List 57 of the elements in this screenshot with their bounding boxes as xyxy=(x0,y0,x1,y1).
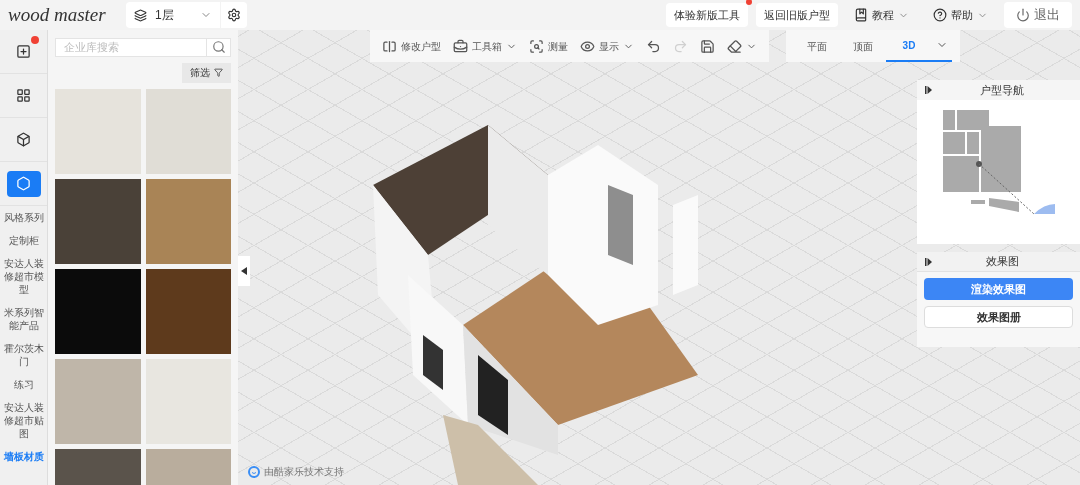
header-menu[interactable]: 帮助 xyxy=(925,6,996,24)
panel-title: 效果图 xyxy=(984,254,1020,270)
category-item[interactable]: 练习 xyxy=(0,373,47,396)
toolbar-button[interactable] xyxy=(727,38,757,54)
toolbox-icon xyxy=(453,38,468,54)
filter-button[interactable]: 筛选 xyxy=(182,62,231,83)
render-button[interactable]: 渲染效果图 xyxy=(924,278,1073,300)
caret-icon xyxy=(241,267,247,275)
category-item[interactable]: 墙板材质 xyxy=(0,445,47,468)
material-swatch[interactable] xyxy=(55,88,141,174)
save-icon xyxy=(700,38,715,54)
material-swatch[interactable] xyxy=(55,268,141,354)
exit-button[interactable]: 退出 xyxy=(1004,2,1072,28)
toolbar-button[interactable]: 修改户型 xyxy=(382,38,441,54)
toolbar-button[interactable] xyxy=(700,38,715,54)
floor-select[interactable]: 1层 xyxy=(126,2,220,28)
eraser-icon xyxy=(727,38,742,54)
view-tab[interactable]: 平面 xyxy=(794,30,840,62)
category-item[interactable]: 米系列智能产品 xyxy=(0,301,47,337)
toolbar-button[interactable] xyxy=(646,38,661,54)
filter-icon xyxy=(214,68,223,77)
toolbar-button[interactable]: 测量 xyxy=(529,38,568,54)
brand-icon xyxy=(248,465,260,478)
gallery-button[interactable]: 效果图册 xyxy=(924,306,1073,328)
category-item[interactable]: 定制柜 xyxy=(0,229,47,252)
material-swatch[interactable] xyxy=(145,88,231,174)
support-text: 由酷家乐技术支持 xyxy=(264,465,344,479)
category-item[interactable]: 安达人装修超市模型 xyxy=(0,252,47,301)
power-icon xyxy=(1016,8,1030,22)
header-menu[interactable]: 教程 xyxy=(846,6,917,24)
category-item[interactable]: 安达人装修超市贴图 xyxy=(0,396,47,445)
help-icon xyxy=(933,8,947,22)
category-item[interactable]: 风格系列 xyxy=(0,206,47,229)
panel-title: 户型导航 xyxy=(979,82,1025,98)
app-logo: wood master xyxy=(8,2,107,27)
book-icon xyxy=(854,8,868,22)
undo-icon xyxy=(646,38,661,54)
toolbar-button[interactable]: 显示 xyxy=(580,38,634,54)
grid-icon xyxy=(16,88,31,103)
material-swatch[interactable] xyxy=(55,178,141,264)
category-item[interactable]: 霍尔茨木门 xyxy=(0,337,47,373)
search-icon xyxy=(211,40,226,55)
collapse-icon xyxy=(925,257,932,266)
gear-icon xyxy=(227,8,241,22)
view-tab[interactable]: 顶面 xyxy=(840,30,886,62)
material-swatch[interactable] xyxy=(55,358,141,444)
material-swatch[interactable] xyxy=(145,268,231,354)
header-button[interactable]: 返回旧版户型 xyxy=(756,3,838,27)
collapse-icon xyxy=(925,86,932,94)
settings-button[interactable] xyxy=(221,2,247,28)
toolbar-button[interactable]: 工具箱 xyxy=(453,38,517,54)
redo-icon xyxy=(673,38,688,54)
material-swatch[interactable] xyxy=(145,178,231,264)
view-tab[interactable]: 3D xyxy=(886,30,932,62)
collapse-handle[interactable] xyxy=(238,256,250,286)
layers-icon xyxy=(134,8,147,22)
cube-icon xyxy=(16,132,31,147)
